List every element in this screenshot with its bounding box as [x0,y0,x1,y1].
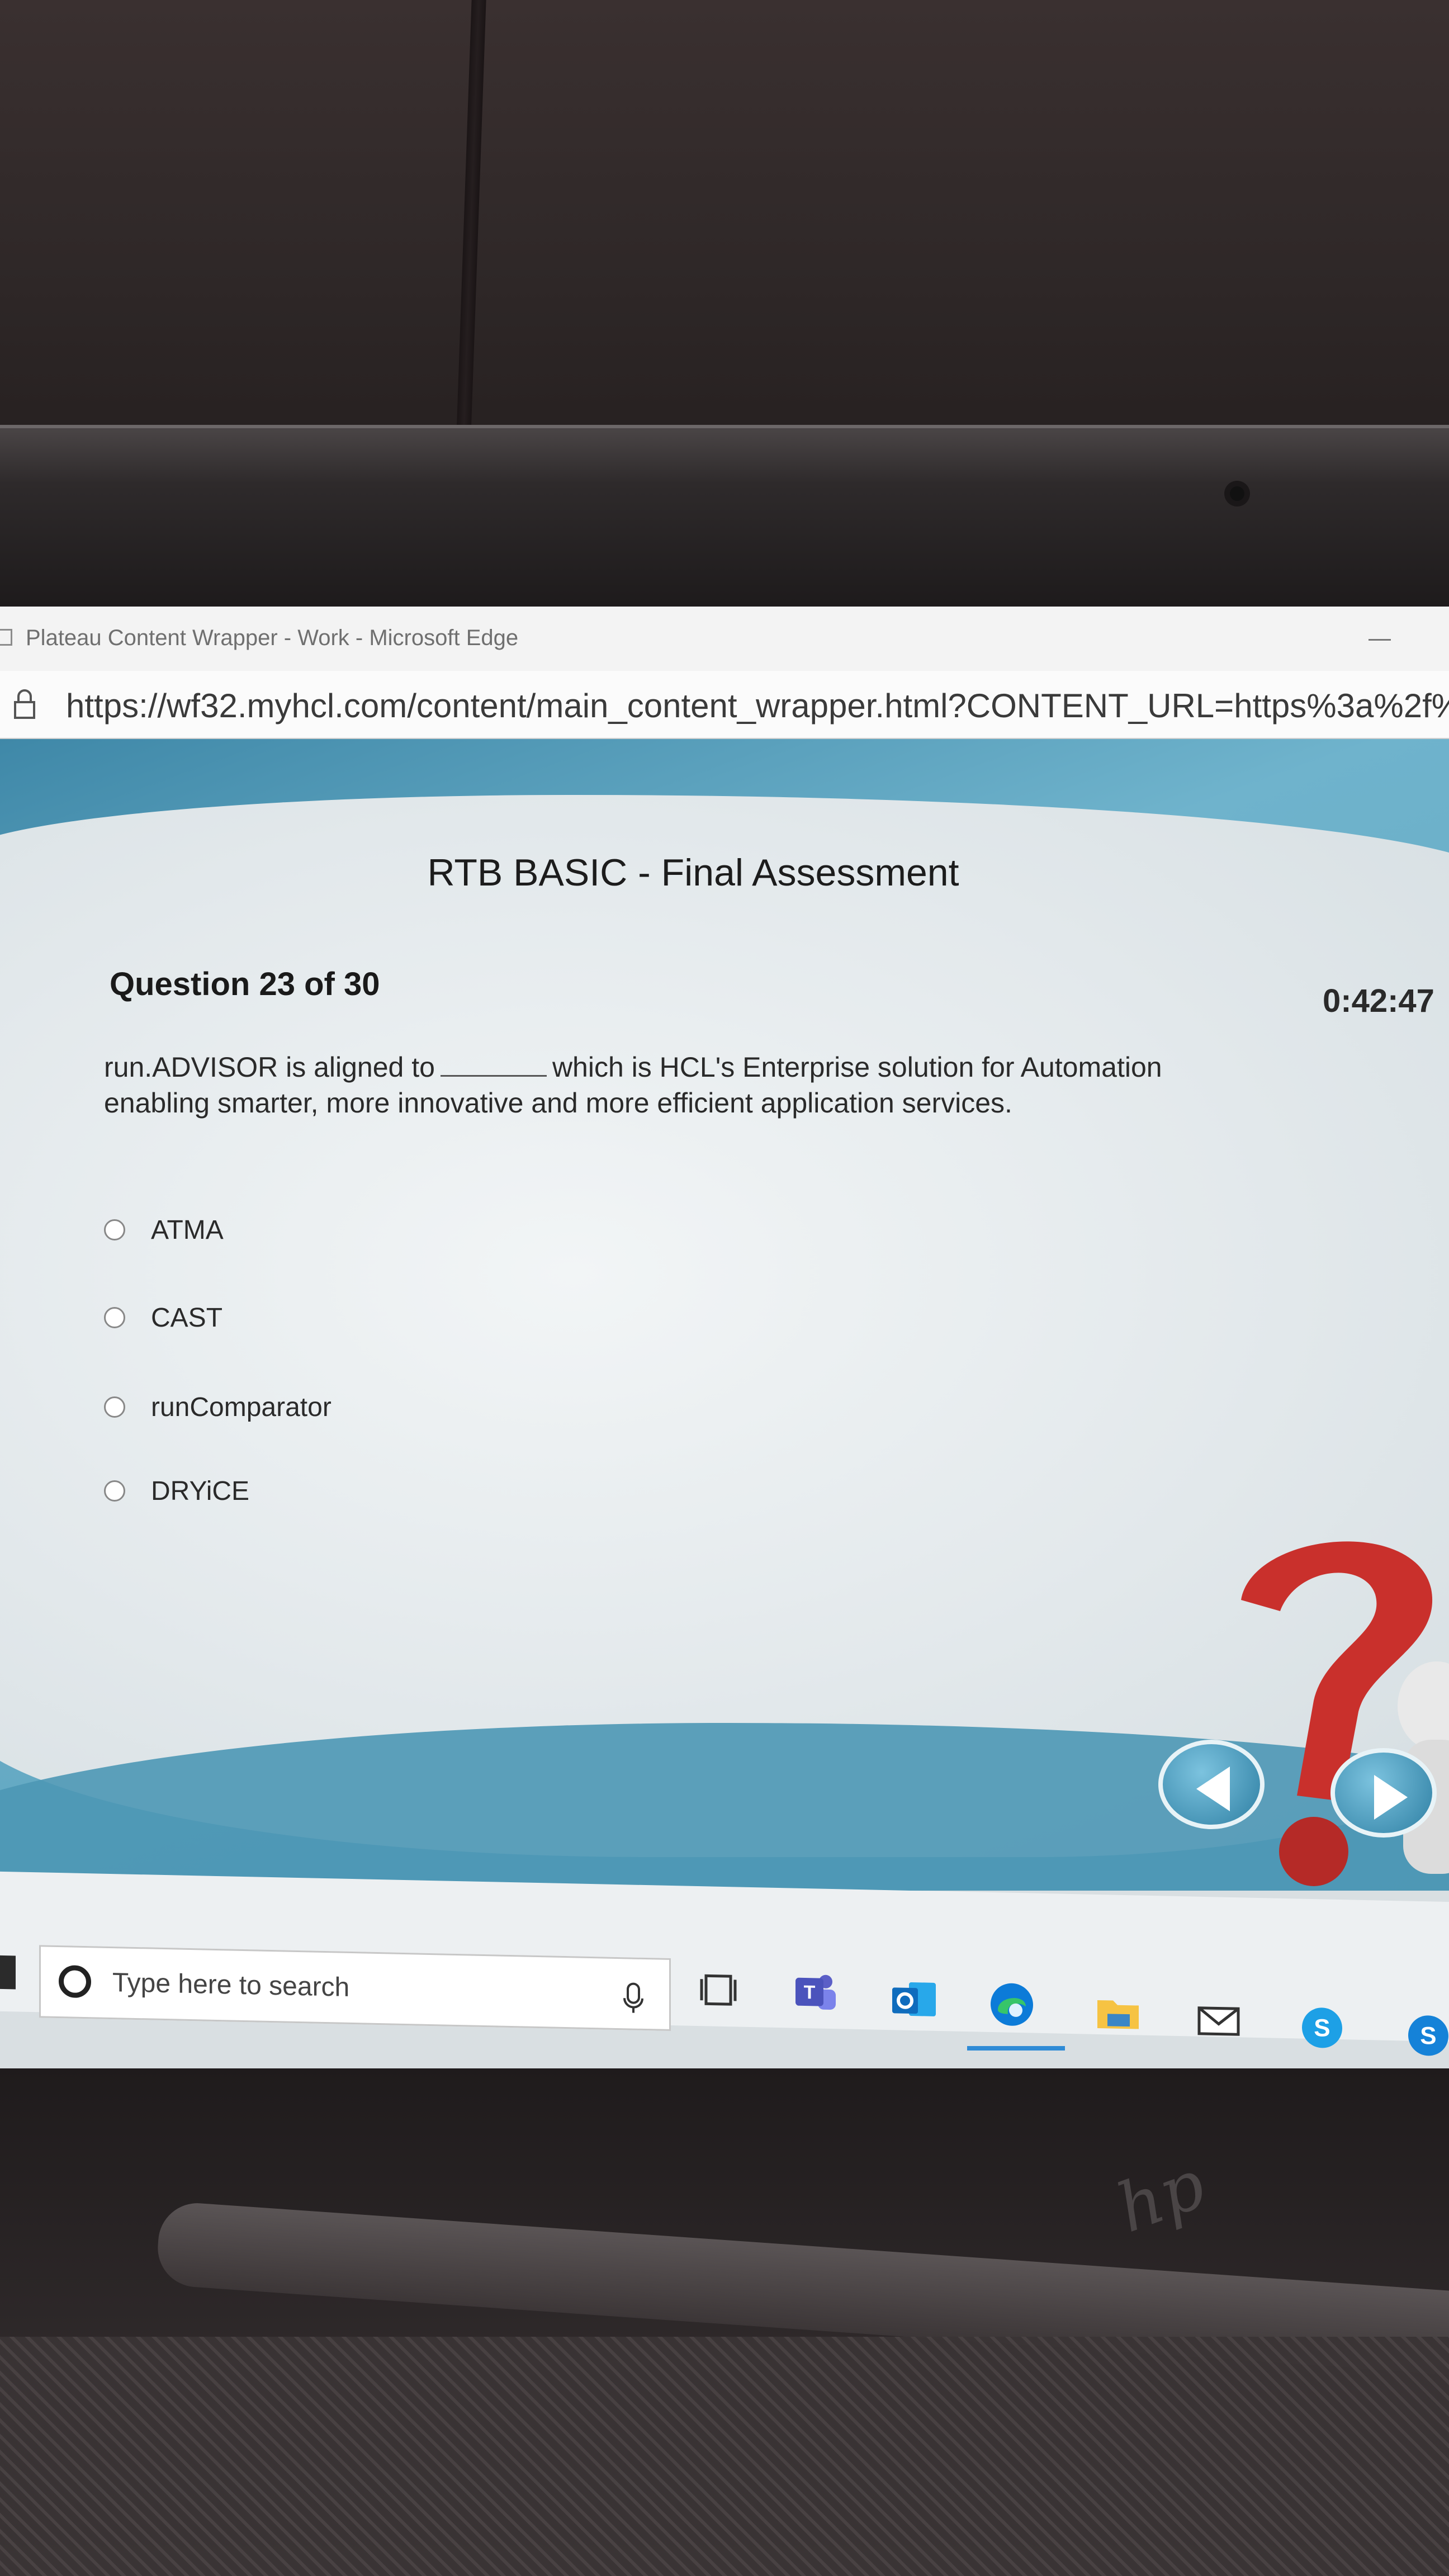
laptop-screen: Plateau Content Wrapper - Work - Microso… [0,607,1449,2116]
lock-icon [14,689,35,719]
radio-button[interactable] [104,1219,125,1240]
fill-in-blank [440,1075,547,1077]
radio-button[interactable] [104,1480,125,1502]
question-number: Question 23 of 30 [110,966,380,1002]
laptop-keyboard-area [0,2337,1449,2576]
option-label[interactable]: runComparator [151,1392,332,1423]
skype-for-business-icon[interactable]: S [1403,2010,1449,2061]
browser-titlebar: Plateau Content Wrapper - Work - Microso… [0,607,1449,672]
option-label[interactable]: CAST [151,1303,222,1333]
svg-text:T: T [804,1982,816,2003]
background-wall [0,0,1449,436]
option-label[interactable]: DRYiCE [151,1476,249,1507]
minimize-icon[interactable] [1368,639,1391,641]
taskbar-search-box[interactable]: Type here to search [39,1945,671,2031]
outlook-icon[interactable] [889,1974,939,2025]
skype-icon[interactable]: S [1297,2002,1347,2053]
active-app-indicator [967,2046,1065,2051]
radio-button[interactable] [104,1307,125,1328]
teams-icon[interactable]: T [791,1966,841,2018]
previous-button[interactable] [1158,1740,1265,1829]
answer-option-dryice[interactable]: DRYiCE [104,1471,249,1510]
answer-option-atma[interactable]: ATMA [104,1210,224,1249]
file-explorer-icon[interactable] [1093,1987,1143,2038]
windows-start-icon[interactable] [0,1955,16,1990]
address-bar[interactable]: https://wf32.myhcl.com/content/main_cont… [0,671,1449,739]
answer-option-cast[interactable]: CAST [104,1298,222,1337]
window-title: Plateau Content Wrapper - Work - Microso… [26,626,519,650]
answer-option-runcomparator[interactable]: runComparator [104,1388,332,1427]
assessment-page: RTB BASIC - Final Assessment Question 23… [0,739,1449,1891]
url-text[interactable]: https://wf32.myhcl.com/content/main_cont… [66,686,1449,725]
webcam-icon [1230,486,1244,501]
search-placeholder[interactable]: Type here to search [112,1967,349,2003]
radio-button[interactable] [104,1396,125,1418]
search-icon [59,1965,91,1999]
task-view-icon[interactable] [696,1964,746,2016]
windows-taskbar: Type here to search T S S [0,1871,1449,2056]
mail-icon[interactable] [1194,1995,1244,2046]
question-mark-figure-icon [1241,1541,1449,1886]
edge-icon[interactable] [987,1979,1037,2030]
option-label[interactable]: ATMA [151,1215,224,1246]
assessment-title: RTB BASIC - Final Assessment [427,851,959,894]
microphone-icon[interactable] [622,1981,645,2015]
svg-text:S: S [1314,2014,1330,2042]
laptop-top-bezel [0,425,1449,613]
question-text-part1: run.ADVISOR is aligned to [104,1052,435,1083]
svg-text:S: S [1420,2022,1436,2050]
arrow-left-icon [1196,1767,1230,1811]
arrow-right-icon [1374,1775,1408,1820]
countdown-timer: 0:42:47 [1323,983,1434,1019]
next-button[interactable] [1330,1748,1437,1838]
question-text: run.ADVISOR is aligned to which is HCL's … [104,1049,1222,1121]
window-app-icon [0,629,12,646]
